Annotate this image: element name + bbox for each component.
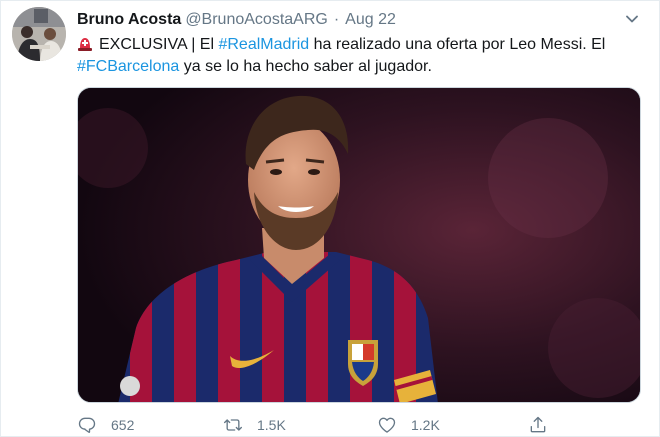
- tweet-text-line-1: EXCLUSIVA | El #RealMadrid ha realizado …: [77, 34, 637, 56]
- display-name[interactable]: Bruno Acosta: [77, 11, 181, 28]
- tweet-card[interactable]: Bruno Acosta @BrunoAcostaARG · Aug 22 EXCLU…: [0, 0, 660, 437]
- tweet-image[interactable]: [77, 87, 641, 403]
- reply-icon: [78, 417, 96, 433]
- avatar[interactable]: [12, 7, 66, 61]
- heart-icon: [378, 417, 396, 433]
- share-button[interactable]: [528, 413, 548, 437]
- hashtag-fcbarcelona-link[interactable]: #FCBarcelona: [77, 58, 179, 75]
- reply-button[interactable]: 652: [77, 413, 134, 437]
- avatar-photo: [12, 7, 66, 61]
- player-photo: [78, 88, 640, 402]
- like-count: 1.2K: [411, 417, 440, 433]
- retweet-icon: [224, 419, 242, 431]
- police-siren-icon: [77, 35, 93, 51]
- retweet-button[interactable]: 1.5K: [223, 413, 286, 437]
- user-handle[interactable]: @BrunoAcostaARG: [185, 11, 328, 28]
- text-segment: EXCLUSIVA | El: [99, 36, 219, 53]
- tweet-header: Bruno Acosta @BrunoAcostaARG · Aug 22: [77, 8, 637, 32]
- tweet-text: EXCLUSIVA | El #RealMadrid ha realizado …: [77, 34, 637, 78]
- tweet-actions: 652 1.5K 1.2K: [77, 413, 637, 437]
- retweet-count: 1.5K: [257, 417, 286, 433]
- text-segment: ha realizado una oferta por Leo Messi. E…: [309, 36, 606, 53]
- hashtag-realmadrid-link[interactable]: #RealMadrid: [218, 36, 309, 53]
- tweet-text-line-2: #FCBarcelona ya se lo ha hecho saber al …: [77, 56, 637, 78]
- tweet-date[interactable]: Aug 22: [345, 11, 396, 28]
- share-icon: [530, 416, 546, 433]
- reply-count: 652: [111, 417, 135, 433]
- separator-dot: ·: [333, 11, 340, 28]
- text-segment: ya se lo ha hecho saber al jugador.: [179, 58, 432, 75]
- chevron-down-icon[interactable]: [624, 11, 640, 27]
- like-button[interactable]: 1.2K: [377, 413, 440, 437]
